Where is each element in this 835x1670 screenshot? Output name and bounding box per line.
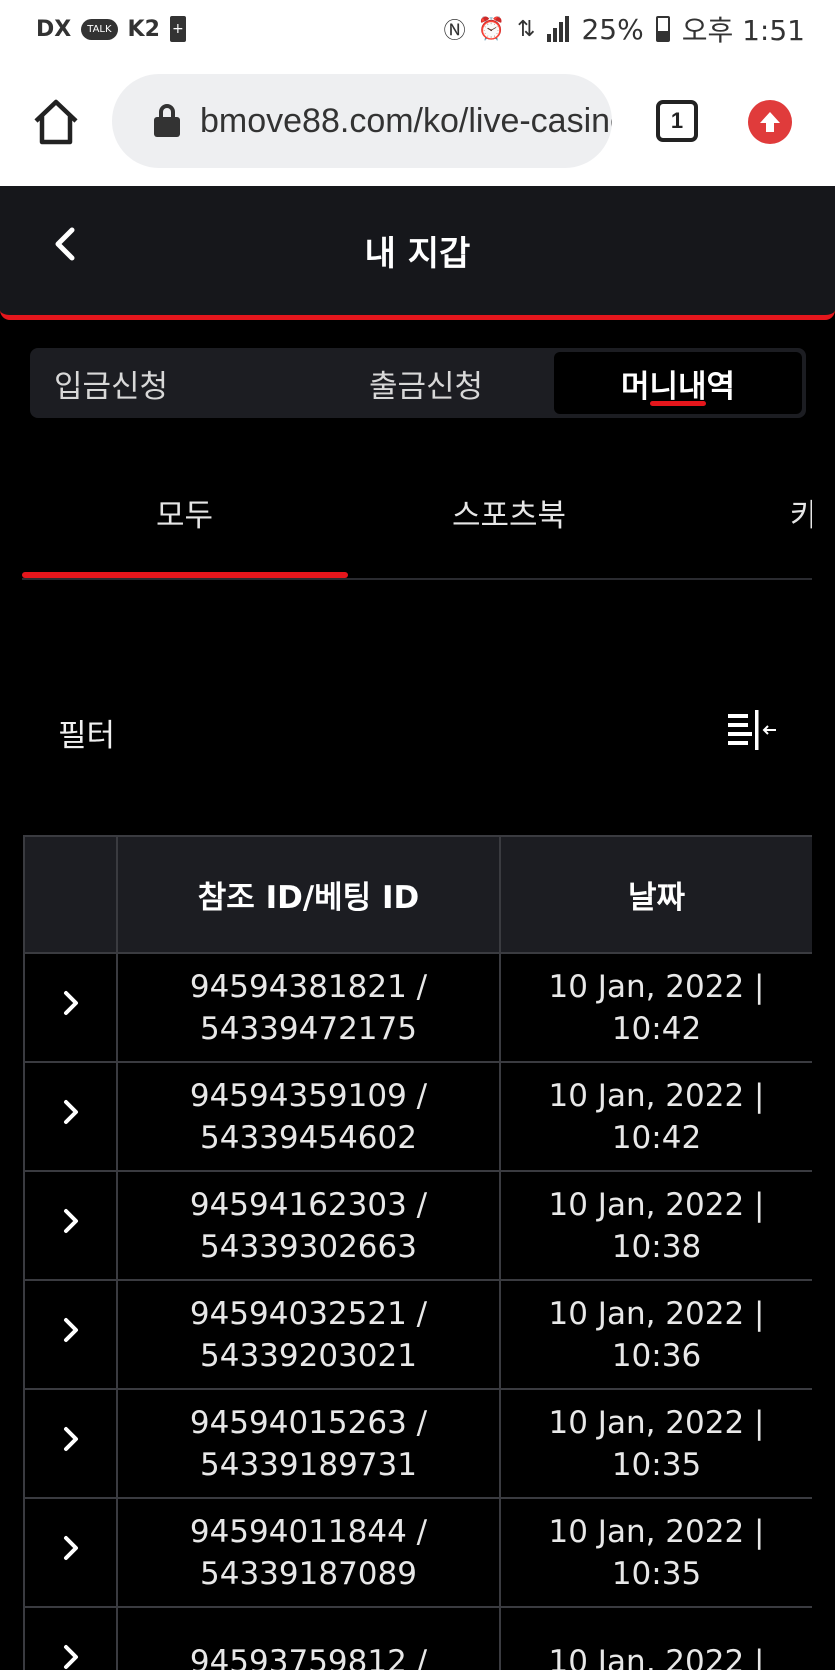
page-title: 내 지갑	[364, 234, 471, 274]
reference-cell: 94594381821 /54339472175	[116, 952, 501, 1063]
lte-icon: ⇅	[517, 16, 536, 42]
expand-cell[interactable]	[23, 1497, 118, 1608]
reference-cell: 94594359109 /54339454602	[116, 1061, 501, 1172]
table-header-row: 참조 ID/베팅 ID 날짜	[23, 835, 812, 954]
money-history-table: 참조 ID/베팅 ID 날짜 94594381821 /54339472175 …	[23, 835, 812, 1670]
tab-all[interactable]: 모두	[156, 490, 213, 535]
table-row[interactable]: 94593759812 / 10 Jan, 2022 |	[23, 1606, 812, 1670]
table-row[interactable]: 94594359109 /54339454602 10 Jan, 2022 | 1…	[23, 1061, 812, 1172]
status-right-icons: Ⓝ ⏰ ⇅ 25% 오후 1:51	[444, 9, 805, 49]
table-row[interactable]: 94594381821 /54339472175 10 Jan, 2022 | 1…	[23, 952, 812, 1063]
battery-plus-icon: +	[169, 16, 186, 42]
chevron-right-icon[interactable]	[56, 1642, 86, 1670]
date-cell: 10 Jan, 2022 |	[499, 1606, 812, 1670]
expand-cell[interactable]	[23, 1061, 118, 1172]
expand-cell[interactable]	[23, 1279, 118, 1390]
table-row[interactable]: 94594162303 /54339302663 10 Jan, 2022 | 1…	[23, 1170, 812, 1281]
clock: 오후 1:51	[681, 14, 805, 47]
tab-sportsbook[interactable]: 스포츠북	[452, 490, 566, 535]
date-cell: 10 Jan, 2022 | 10:42	[499, 1061, 812, 1172]
tab-money-history[interactable]: 머니내역	[554, 352, 802, 414]
battery-icon	[655, 16, 670, 42]
expand-cell[interactable]	[23, 1388, 118, 1499]
active-tab-indicator	[22, 572, 348, 578]
expand-cell[interactable]	[23, 1606, 118, 1670]
dx-icon: DX	[36, 16, 72, 42]
date-cell: 10 Jan, 2022 | 10:35	[499, 1388, 812, 1499]
date-cell: 10 Jan, 2022 | 10:42	[499, 952, 812, 1063]
filter-icon[interactable]	[726, 708, 778, 754]
chevron-right-icon[interactable]	[56, 1097, 86, 1127]
category-tabs: 모두 스포츠북 카	[22, 470, 812, 580]
url-text: bmove88.com/ko/live-casino	[200, 101, 612, 140]
nfc-icon: Ⓝ	[443, 19, 466, 44]
reference-cell: 94594011844 /54339187089	[116, 1497, 501, 1608]
header-date: 날짜	[499, 835, 812, 954]
header-expand	[23, 835, 118, 954]
table-row[interactable]: 94594011844 /54339187089 10 Jan, 2022 | 1…	[23, 1497, 812, 1608]
reference-cell: 94594015263 /54339189731	[116, 1388, 501, 1499]
filter-label: 필터	[58, 718, 116, 754]
page-header: 내 지갑	[0, 186, 835, 320]
status-left-icons: DX TALK K2 +	[36, 16, 186, 42]
expand-cell[interactable]	[23, 1170, 118, 1281]
chevron-right-icon[interactable]	[56, 1533, 86, 1563]
signal-icon	[547, 16, 570, 42]
date-cell: 10 Jan, 2022 | 10:35	[499, 1497, 812, 1608]
wallet-tabs: 입금신청 출금신청 머니내역	[30, 348, 806, 418]
update-icon[interactable]	[748, 100, 792, 144]
chevron-right-icon[interactable]	[56, 988, 86, 1018]
table-row[interactable]: 94594032521 /54339203021 10 Jan, 2022 | 1…	[23, 1279, 812, 1390]
tab-deposit[interactable]: 입금신청	[30, 348, 302, 418]
reference-cell: 94594162303 /54339302663	[116, 1170, 501, 1281]
address-bar[interactable]: bmove88.com/ko/live-casino	[112, 74, 612, 168]
talk-icon: TALK	[81, 18, 118, 40]
table-row[interactable]: 94594015263 /54339189731 10 Jan, 2022 | 1…	[23, 1388, 812, 1499]
home-icon[interactable]	[30, 96, 82, 148]
date-cell: 10 Jan, 2022 | 10:36	[499, 1279, 812, 1390]
lock-icon	[154, 104, 180, 138]
chevron-right-icon[interactable]	[56, 1206, 86, 1236]
tab-withdraw[interactable]: 출금신청	[302, 348, 550, 418]
header-reference-id: 참조 ID/베팅 ID	[116, 835, 501, 954]
tab-casino[interactable]: 카	[790, 490, 812, 535]
tab-switcher-button[interactable]: 1	[656, 100, 698, 142]
status-bar: DX TALK K2 + Ⓝ ⏰ ⇅ 25% 오후 1:51	[0, 0, 835, 58]
battery-percent: 25%	[581, 12, 644, 46]
browser-toolbar: bmove88.com/ko/live-casino 1	[0, 58, 835, 186]
chevron-right-icon[interactable]	[56, 1424, 86, 1454]
k2-icon: K2	[127, 16, 160, 42]
date-cell: 10 Jan, 2022 | 10:38	[499, 1170, 812, 1281]
reference-cell: 94594032521 /54339203021	[116, 1279, 501, 1390]
chevron-right-icon[interactable]	[56, 1315, 86, 1345]
alarm-icon: ⏰	[477, 16, 506, 42]
reference-cell: 94593759812 /	[116, 1606, 501, 1670]
expand-cell[interactable]	[23, 952, 118, 1063]
